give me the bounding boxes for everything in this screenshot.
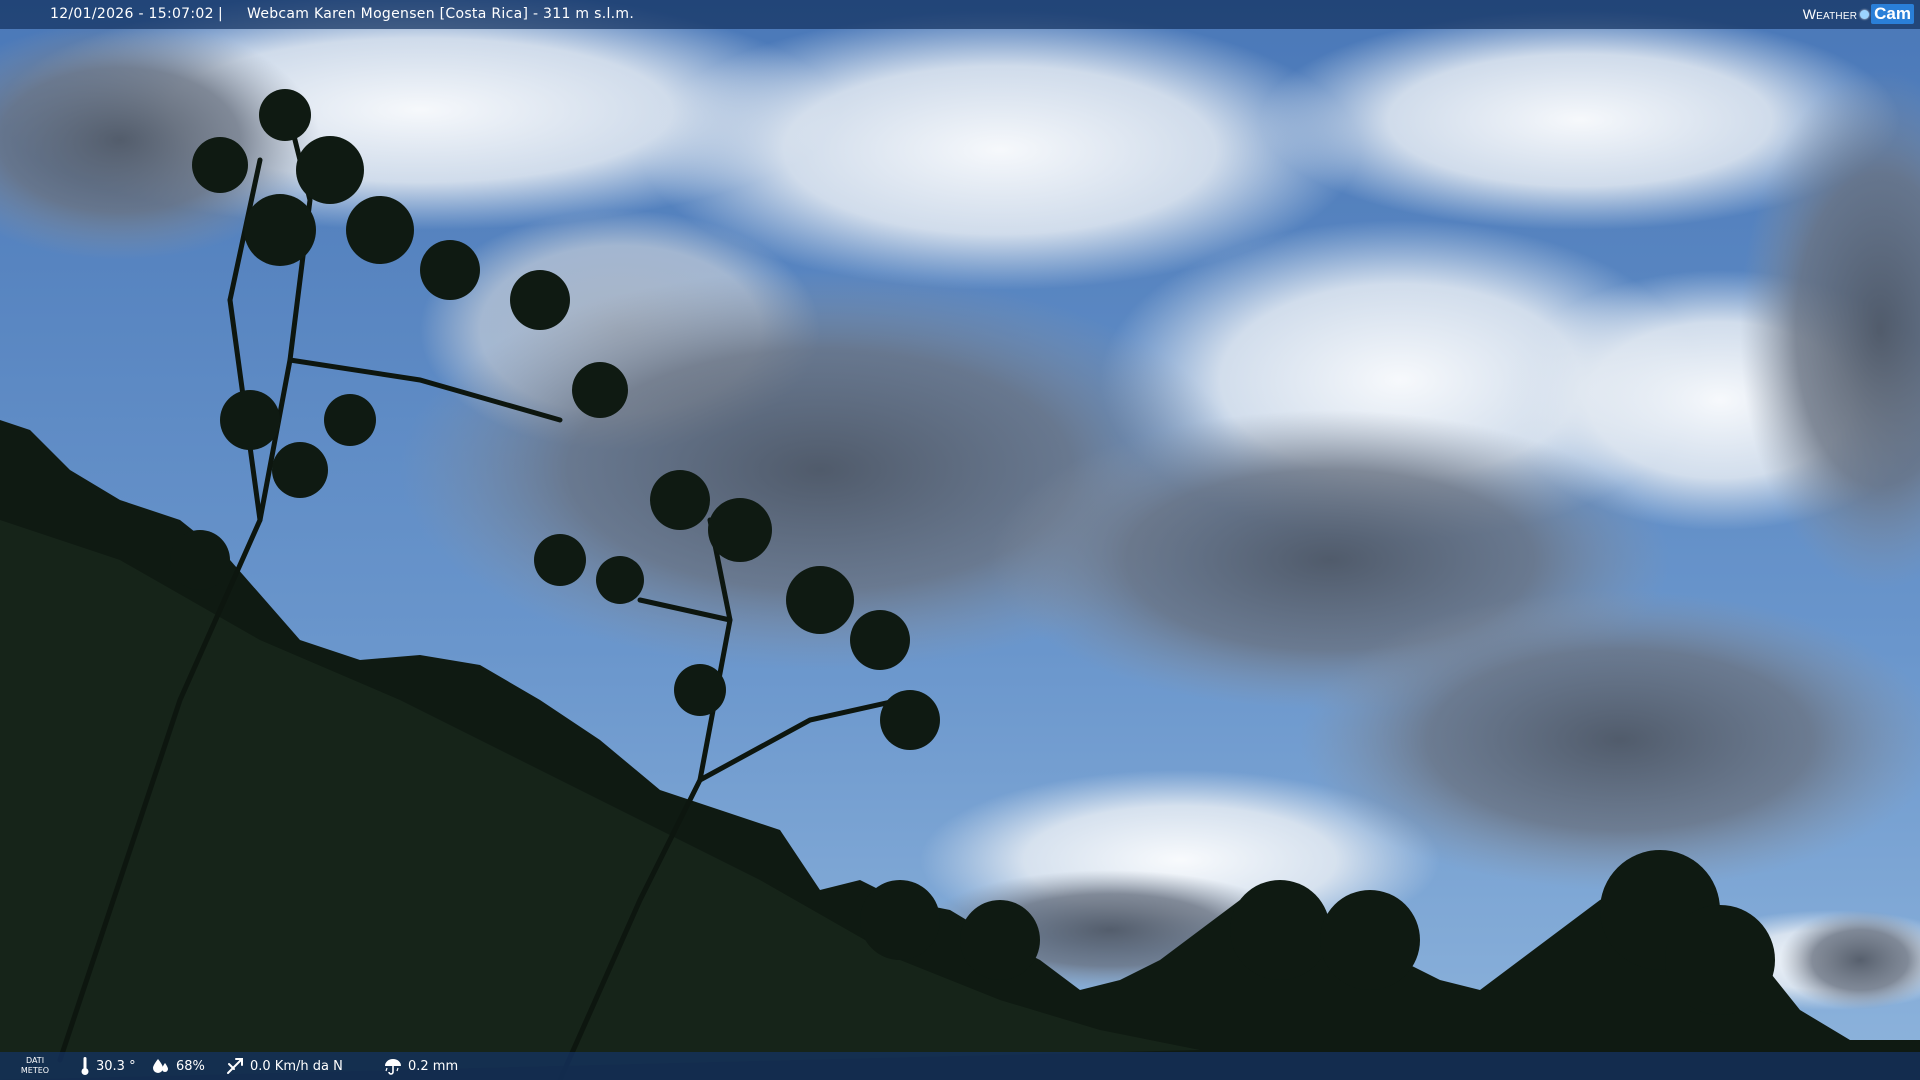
humidity-drop-icon [153, 1059, 168, 1073]
rain-umbrella-icon [385, 1059, 401, 1075]
logo-cam-text: Cam [1871, 4, 1914, 24]
logo-dot-icon [1860, 9, 1870, 19]
temperature-reading: 30.3 ° [80, 1052, 136, 1080]
rain-value: 0.2 mm [408, 1058, 459, 1074]
wind-reading: 0.0 Km/h da N [226, 1052, 343, 1080]
humidity-value: 68% [176, 1058, 205, 1074]
weather-data-bar: DATI METEO 30.3 ° 68% 0.0 Km/h da N 0.2 … [0, 1052, 1920, 1080]
top-info-bar: 12/01/2026 - 15:07:02 | Webcam Karen Mog… [0, 0, 1920, 29]
humidity-reading: 68% [152, 1052, 205, 1080]
dati-meteo-label: DATI METEO [18, 1052, 52, 1080]
logo-weather-text: Weather [1802, 6, 1858, 22]
webcam-image [0, 0, 1920, 1080]
wind-icon [227, 1058, 243, 1074]
webcam-title: Webcam Karen Mogensen [Costa Rica] - 311… [247, 6, 635, 22]
temperature-value: 30.3 ° [96, 1058, 136, 1074]
weathercam-logo[interactable]: Weather Cam [1803, 3, 1914, 25]
dati-line2: METEO [20, 1066, 50, 1075]
thermometer-icon [81, 1057, 89, 1075]
wind-value: 0.0 Km/h da N [250, 1058, 343, 1074]
rain-reading: 0.2 mm [384, 1052, 458, 1080]
separator: | [218, 6, 223, 22]
timestamp: 12/01/2026 - 15:07:02 [50, 6, 214, 22]
dati-line1: DATI [25, 1056, 45, 1065]
